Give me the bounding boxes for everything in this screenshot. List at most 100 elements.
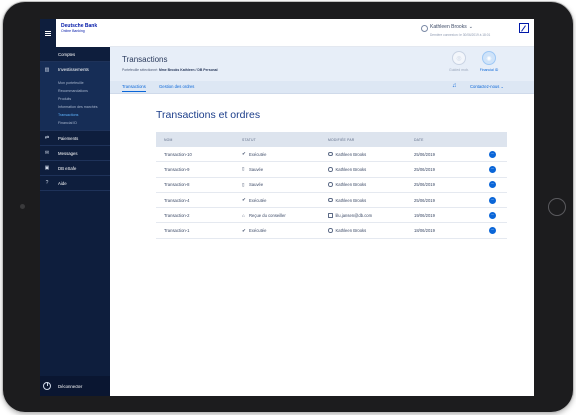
logout-button[interactable]: Déconnecter <box>40 376 110 396</box>
table-row[interactable]: Transaction-9 ▯ Sauvée Kathleen Brooks 25/06… <box>156 162 507 178</box>
modified-by-label: Kathleen Brooks <box>335 182 367 188</box>
check-icon: ✔ <box>242 227 246 233</box>
transaction-status: ▯ Sauvée <box>242 166 328 172</box>
guided-badge[interactable]: ◎ Guided mob. <box>444 51 474 72</box>
transaction-date: 18/06/2019 <box>414 228 435 234</box>
badge-label: Guided mob. <box>448 68 470 72</box>
user-icon <box>328 228 333 233</box>
more-options-button[interactable]: ··· <box>489 196 496 204</box>
brand-logo: Deutsche Bank Online Banking <box>56 19 110 47</box>
subitem-transactions[interactable]: Transactions <box>58 111 110 119</box>
sidebar: Deutsche Bank Online Banking Comptes ▥ I… <box>40 19 110 396</box>
modified-by: Kathleen Brooks <box>328 198 414 203</box>
chevron-down-icon: ⌄ <box>468 24 473 30</box>
transaction-date: 25/06/2019 <box>414 166 435 172</box>
user-menu[interactable]: Kathleen Brooks ⌄ <box>421 24 473 32</box>
modified-by: Kathleen Brooks <box>328 228 414 233</box>
modified-by: Kathleen Brooks <box>328 167 414 172</box>
more-options-button[interactable]: ··· <box>489 165 496 173</box>
sidebar-item-messages[interactable]: ✉ Messages <box>40 146 110 161</box>
camera-icon <box>20 204 25 209</box>
transaction-status: ✔ Exécutée <box>242 228 328 234</box>
col-statut: STATUT <box>242 137 256 142</box>
guided-icon: ◎ <box>452 51 466 65</box>
more-options-button[interactable]: ··· <box>489 181 496 189</box>
status-label: Exécutée <box>249 151 267 157</box>
sidebar-item-investissements[interactable]: ▥ Investissements <box>40 62 110 77</box>
transaction-date: 25/06/2019 <box>414 197 435 203</box>
table-row[interactable]: Transaction-2 ⌂ Reçue du conseiller lilu.ja… <box>156 208 507 224</box>
messages-icon: ✉ <box>44 150 50 156</box>
transaction-name: Transaction-8 <box>164 182 190 188</box>
home-button[interactable] <box>548 198 566 216</box>
sidebar-item-aide[interactable]: ? Aide <box>40 176 110 191</box>
section-title: Transactions et ordres <box>156 109 261 121</box>
subitem-recommandations[interactable]: Recommandations <box>58 87 110 95</box>
doc-icon: ▯ <box>242 181 245 187</box>
transaction-date: 19/06/2019 <box>414 212 435 218</box>
subitem-marches[interactable]: Information des marchés <box>58 103 110 111</box>
sidebar-item-esafe[interactable]: ▣ DB eSafe <box>40 161 110 176</box>
table-row[interactable]: Transaction-1 ✔ Exécutée Kathleen Brooks 18/… <box>156 223 507 239</box>
doc-icon: ▯ <box>242 166 245 172</box>
inbox-icon: ⌂ <box>242 212 245 218</box>
sidebar-item-label: Investissements <box>58 67 89 72</box>
subitem-financial-id[interactable]: Financial ID <box>58 119 110 127</box>
financial-id-badge[interactable]: ◉ Financial ID <box>474 51 504 72</box>
modified-by: Kathleen Brooks <box>328 182 414 187</box>
status-label: Sauvée <box>249 182 264 188</box>
tab-bar: Transactions Gestion des ordres ♫ Contac… <box>110 81 534 94</box>
menu-icon[interactable] <box>40 19 56 47</box>
user-icon <box>328 197 333 203</box>
more-options-button[interactable]: ··· <box>489 150 496 158</box>
sidebar-item-label: Messages <box>58 150 78 156</box>
contact-label: Contactez-nous <box>470 84 500 89</box>
modified-by-label: Kathleen Brooks <box>335 166 367 172</box>
power-icon <box>43 382 51 390</box>
user-icon <box>421 25 428 32</box>
safe-icon: ▣ <box>44 165 50 171</box>
mail-icon <box>328 213 333 218</box>
modified-by: Kathleen Brooks <box>328 152 414 157</box>
page-title: Transactions <box>122 55 168 64</box>
table-row[interactable]: Transaction-4 ✔ Exécutée Kathleen Brooks 25/… <box>156 193 507 209</box>
chart-icon: ▥ <box>44 66 50 73</box>
brand-subtitle: Online Banking <box>61 29 85 33</box>
chevron-down-icon: ⌄ <box>500 84 505 89</box>
modified-by-label: lilu.jansen@db.com <box>335 212 373 218</box>
deutsche-bank-logo-icon <box>519 23 529 33</box>
tab-gestion-ordres[interactable]: Gestion des ordres <box>159 84 194 89</box>
help-icon: ? <box>45 180 49 186</box>
check-icon: ✔ <box>242 197 246 203</box>
transaction-status: ✔ Exécutée <box>242 197 328 203</box>
col-date: DATE <box>414 137 424 142</box>
sidebar-item-label: Comptes <box>58 51 76 57</box>
subitem-portefeuille[interactable]: Mon portefeuille <box>58 79 110 87</box>
sidebar-item-label: DB eSafe <box>58 165 77 171</box>
badge-label: Financial ID <box>479 68 499 72</box>
check-icon: ✔ <box>242 151 246 157</box>
sidebar-item-paiements[interactable]: ⇄ Paiements <box>40 131 110 146</box>
tablet-frame: Deutsche Bank Online Banking Comptes ▥ I… <box>3 2 573 412</box>
tab-transactions[interactable]: Transactions <box>122 84 146 92</box>
transaction-name: Transaction-9 <box>164 166 190 172</box>
subitem-produits[interactable]: Produits <box>58 95 110 103</box>
table-row[interactable]: Transaction-10 ✔ Exécutée Kathleen Brooks 25… <box>156 147 507 163</box>
sidebar-submenu: Mon portefeuille Recommandations Produit… <box>40 77 110 131</box>
last-login: Dernière connexion: le 30/06/2019 à 18:0… <box>430 33 491 37</box>
transaction-status: ✔ Exécutée <box>242 151 328 157</box>
more-options-button[interactable]: ··· <box>489 211 496 219</box>
transaction-date: 25/06/2019 <box>414 151 435 157</box>
page-header: Transactions Portefeuille sélectionné: M… <box>110 47 534 81</box>
table-row[interactable]: Transaction-8 ▯ Sauvée Kathleen Brooks 25/06… <box>156 178 507 193</box>
status-label: Exécutée <box>249 228 267 234</box>
sidebar-item-label: Aide <box>58 180 67 186</box>
more-options-button[interactable]: ··· <box>489 227 496 235</box>
app-screen: Deutsche Bank Online Banking Comptes ▥ I… <box>40 19 534 396</box>
modified-by: lilu.jansen@db.com <box>328 213 414 218</box>
bell-icon[interactable]: ♫ <box>452 83 457 89</box>
contact-menu[interactable]: Contactez-nous ⌄ <box>470 84 504 89</box>
transactions-table: NOM STATUT MODIFIÉE PAR DATE Transaction… <box>156 132 507 239</box>
sidebar-item-comptes[interactable]: Comptes <box>40 47 110 62</box>
transaction-name: Transaction-4 <box>164 197 190 203</box>
